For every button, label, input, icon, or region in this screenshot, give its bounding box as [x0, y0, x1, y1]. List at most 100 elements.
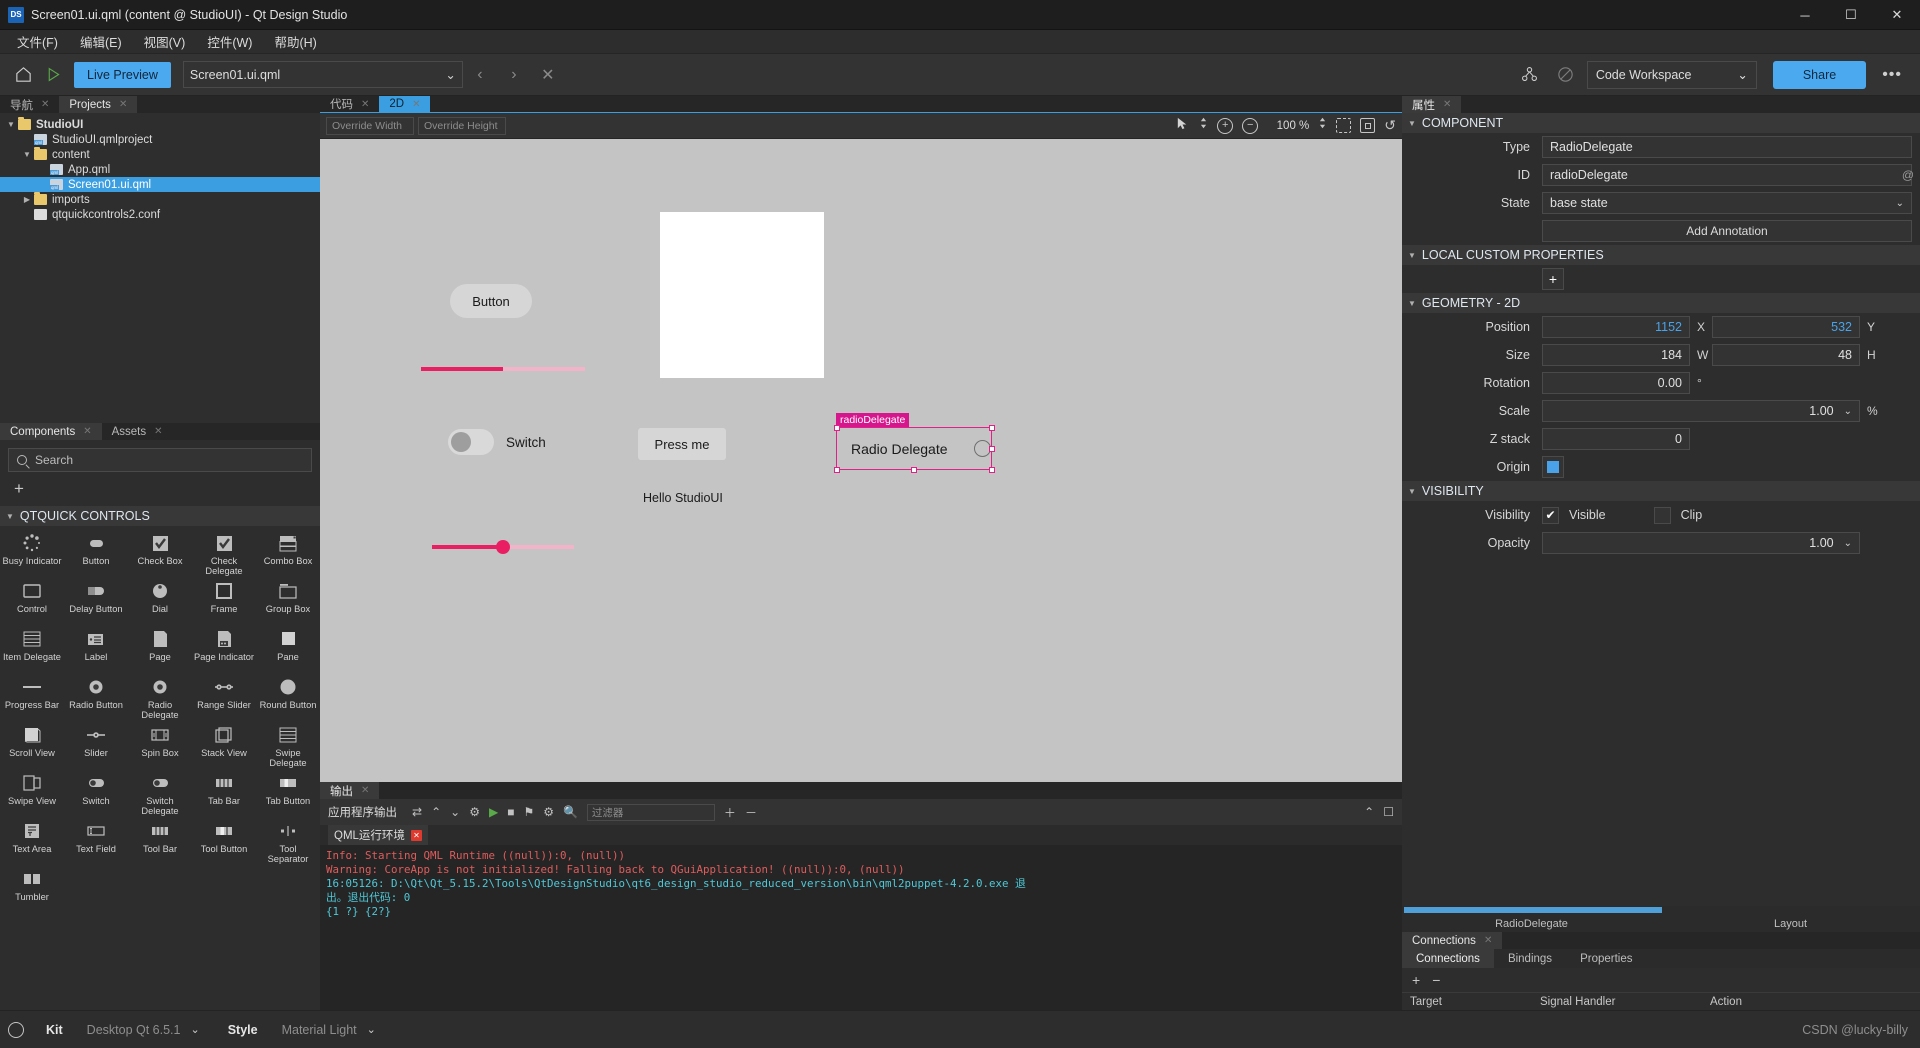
component-item[interactable]: Scroll View: [0, 722, 64, 770]
close-icon[interactable]: ✕: [412, 99, 420, 110]
close-icon[interactable]: ✕: [119, 99, 127, 110]
add-connection-button[interactable]: +: [1412, 972, 1420, 988]
tree-item[interactable]: App.qml: [0, 162, 320, 177]
component-item[interactable]: Tumbler: [0, 866, 64, 914]
qml-runtime-tab[interactable]: QML运行环境 ✕: [328, 825, 428, 845]
tab-connections-outer[interactable]: Connections ✕: [1402, 932, 1503, 949]
component-item[interactable]: Dial: [128, 578, 192, 626]
visible-checkbox[interactable]: ✔: [1542, 506, 1559, 524]
component-item[interactable]: Page: [128, 626, 192, 674]
section-qtquick-controls[interactable]: ▼ QTQUICK CONTROLS: [0, 506, 320, 526]
chevron-down-icon[interactable]: ⌄: [367, 1023, 376, 1036]
output-console[interactable]: Info: Starting QML Runtime ((null)):0, (…: [320, 845, 1402, 1010]
zoom-out-icon[interactable]: －: [745, 804, 757, 821]
size-height-input[interactable]: 48: [1712, 344, 1860, 366]
component-item[interactable]: Swipe View: [0, 770, 64, 818]
play-icon[interactable]: [38, 60, 68, 90]
tab-properties-inner[interactable]: Properties: [1566, 949, 1646, 968]
canvas-slider[interactable]: [432, 540, 574, 554]
settings-icon[interactable]: ⚙: [543, 805, 554, 819]
link-icon[interactable]: ⇄: [412, 805, 422, 819]
resize-handle-bl[interactable]: [833, 466, 840, 473]
menu-edit[interactable]: 编辑(E): [69, 29, 133, 54]
component-item[interactable]: Text Field: [64, 818, 128, 866]
debug-icon[interactable]: ⚑: [523, 805, 534, 819]
position-y-input[interactable]: 532: [1712, 316, 1860, 338]
zoom-out-button[interactable]: −: [1242, 117, 1259, 134]
file-selector-combo[interactable]: Screen01.ui.qml ⌄: [182, 61, 463, 88]
output-filter-input[interactable]: 过滤器: [586, 803, 715, 821]
component-item[interactable]: Switch Delegate: [128, 770, 192, 818]
component-item[interactable]: Range Slider: [192, 674, 256, 722]
tab-code[interactable]: 代码 ✕: [320, 96, 379, 112]
tab-2d[interactable]: 2D ✕: [379, 96, 431, 112]
component-item[interactable]: Tool Button: [192, 818, 256, 866]
component-item[interactable]: Spin Box: [128, 722, 192, 770]
tree-item[interactable]: ▼ StudioUI: [0, 117, 320, 132]
chevron-down-icon[interactable]: ⌄: [190, 1023, 199, 1036]
opacity-input[interactable]: 1.00 ⌄: [1542, 532, 1860, 554]
resize-handle-tl[interactable]: [833, 424, 840, 431]
menu-file[interactable]: 文件(F): [6, 29, 69, 54]
gear-icon[interactable]: ⚙: [469, 805, 480, 819]
menu-widgets[interactable]: 控件(W): [196, 29, 263, 54]
id-value-field[interactable]: radioDelegate: [1542, 164, 1912, 186]
component-item[interactable]: Swipe Delegate: [256, 722, 320, 770]
component-item[interactable]: Text Area: [0, 818, 64, 866]
component-item[interactable]: Control: [0, 578, 64, 626]
component-item[interactable]: Switch: [64, 770, 128, 818]
canvas-white-rectangle[interactable]: [660, 212, 824, 378]
tree-item[interactable]: Screen01.ui.qml: [0, 177, 320, 192]
type-value-field[interactable]: RadioDelegate: [1542, 136, 1912, 158]
gear-icon[interactable]: [8, 1021, 24, 1038]
menu-view[interactable]: 视图(V): [133, 29, 197, 54]
section-visibility[interactable]: ▼ VISIBILITY: [1402, 481, 1920, 501]
add-annotation-button[interactable]: Add Annotation: [1542, 220, 1912, 242]
position-x-input[interactable]: 1152: [1542, 316, 1690, 338]
canvas-switch[interactable]: Switch: [448, 429, 546, 455]
component-item[interactable]: Pane: [256, 626, 320, 674]
back-button[interactable]: ‹: [463, 60, 497, 90]
design-canvas[interactable]: Button Switch Press me Hello StudioUI ra…: [320, 139, 1402, 782]
reset-view-icon[interactable]: ↺: [1384, 117, 1396, 134]
search-icon[interactable]: 🔍: [563, 805, 578, 819]
component-item[interactable]: Combo Box: [256, 530, 320, 578]
resize-handle-bottom[interactable]: [911, 466, 917, 473]
resize-handle-tr[interactable]: [988, 424, 995, 431]
close-button[interactable]: ✕: [1874, 0, 1920, 30]
component-item[interactable]: Delay Button: [64, 578, 128, 626]
tab-projects[interactable]: Projects ✕: [59, 96, 138, 113]
home-icon[interactable]: [8, 60, 38, 90]
maximize-pane-icon[interactable]: ☐: [1383, 805, 1394, 819]
chevron-down-icon[interactable]: ▼: [4, 120, 18, 129]
component-item[interactable]: Item Delegate: [0, 626, 64, 674]
tab-connections[interactable]: Connections: [1402, 949, 1494, 968]
component-item[interactable]: Page Indicator: [192, 626, 256, 674]
tree-item[interactable]: StudioUI.qmlproject: [0, 132, 320, 147]
component-item[interactable]: Check Box: [128, 530, 192, 578]
add-icon[interactable]: +: [14, 479, 24, 499]
tree-item[interactable]: qtquickcontrols2.conf: [0, 207, 320, 222]
tab-assets[interactable]: Assets ✕: [102, 423, 173, 440]
clip-checkbox[interactable]: [1653, 506, 1671, 524]
override-height-input[interactable]: Override Height: [418, 116, 506, 135]
chevron-right-icon[interactable]: ▶: [20, 195, 34, 204]
resize-handle-right[interactable]: [988, 445, 995, 452]
section-local-custom-properties[interactable]: ▼ LOCAL CUSTOM PROPERTIES: [1402, 245, 1920, 265]
component-item[interactable]: Check Delegate: [192, 530, 256, 578]
fit-selection-icon[interactable]: [1336, 118, 1352, 133]
canvas-press-me-button[interactable]: Press me: [638, 428, 726, 460]
zstack-input[interactable]: 0: [1542, 428, 1690, 450]
minimize-button[interactable]: ─: [1782, 0, 1828, 30]
chevron-down-icon[interactable]: ▼: [20, 150, 34, 159]
tab-bindings[interactable]: Bindings: [1494, 949, 1566, 968]
close-icon[interactable]: ✕: [361, 99, 369, 110]
close-icon[interactable]: ✕: [1443, 99, 1451, 110]
zoom-spinner-icon[interactable]: [1318, 116, 1327, 135]
arrow-up-icon[interactable]: ⌃: [431, 805, 441, 819]
close-icon[interactable]: ✕: [41, 99, 49, 110]
workspace-combo[interactable]: Code Workspace ⌄: [1586, 60, 1757, 89]
state-combo[interactable]: base state ⌄: [1542, 192, 1912, 214]
component-item[interactable]: Round Button: [256, 674, 320, 722]
tree-item[interactable]: ▼ content: [0, 147, 320, 162]
